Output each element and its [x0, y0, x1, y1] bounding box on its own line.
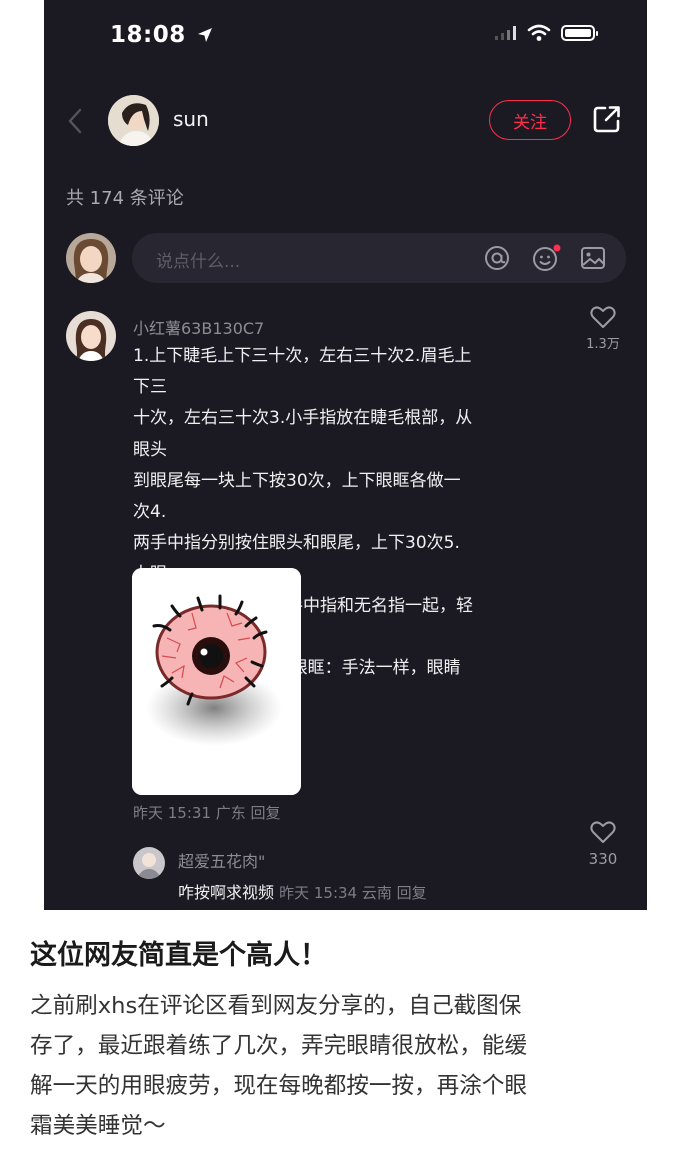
author-username[interactable]: sun [173, 107, 209, 131]
comment-text-line: 1.上下睫毛上下三十次，左右三十次2.眉毛上下三 [133, 346, 472, 398]
reply-meta[interactable]: 昨天 15:34 云南 回复 [279, 884, 427, 902]
post-body-line: 霜美美睡觉～ [30, 1113, 166, 1139]
reply-text: 咋按啊求视频 [178, 883, 275, 902]
eye-drawing-image [132, 568, 301, 795]
reply-avatar[interactable] [133, 847, 165, 879]
comment-image[interactable] [132, 568, 301, 795]
post-body-line: 之前刷xhs在评论区看到网友分享的，自己截图保 [30, 993, 522, 1019]
current-user-avatar [66, 233, 116, 283]
mention-icon[interactable] [484, 245, 510, 271]
app-screenshot: 18:08 sun 关注 共 174 条评论 说点什么... 小红薯63B130… [44, 0, 647, 910]
notification-dot [553, 244, 561, 252]
reply-text-row: 咋按啊求视频 昨天 15:34 云南 回复 [178, 879, 427, 903]
reply-like-count: 330 [588, 850, 618, 868]
back-chevron-icon[interactable] [66, 108, 86, 134]
comment-like-count: 1.3万 [586, 337, 620, 352]
post-body-line: 存了，最近跟着练了几次，弄完眼睛很放松，能缓 [30, 1033, 528, 1059]
comment-count: 共 174 条评论 [66, 188, 184, 209]
post-body-line: 解一天的用眼疲劳，现在每晚都按一按，再涂个眼 [30, 1073, 528, 1099]
commenter-avatar[interactable] [66, 311, 116, 361]
comment-meta[interactable]: 昨天 15:31 广东 回复 [133, 802, 281, 823]
heart-icon[interactable] [590, 820, 616, 844]
comment-text-line: 到眼尾每一块上下按30次，上下眼眶各做一次4. [133, 470, 461, 523]
cellular-signal-icon [495, 26, 516, 40]
comment-input[interactable]: 说点什么... [132, 233, 626, 283]
battery-icon [561, 25, 598, 41]
reply-like[interactable]: 330 [583, 820, 623, 868]
wifi-icon [527, 24, 551, 41]
comment-text-line: 十次，左右三十次3.小手指放在睫毛根部，从眼头 [133, 408, 473, 460]
reply-username[interactable]: 超爱五花肉" [178, 848, 265, 872]
commenter-username[interactable]: 小红薯63B130C7 [133, 315, 264, 339]
comment-like[interactable]: 1.3万 [583, 305, 623, 352]
location-arrow-icon [198, 28, 213, 42]
reply-avatar-image [133, 847, 165, 879]
share-icon[interactable] [592, 104, 622, 134]
post-body: 之前刷xhs在评论区看到网友分享的，自己截图保 存了，最近跟着练了几次，弄完眼睛… [30, 986, 670, 1146]
status-time: 18:08 [110, 22, 214, 48]
comment-input-placeholder: 说点什么... [156, 252, 241, 272]
author-avatar-image [108, 95, 159, 146]
status-icons [495, 24, 598, 42]
emoji-icon[interactable] [532, 243, 562, 273]
commenter-avatar-image [66, 311, 116, 361]
current-user-avatar-image [66, 233, 116, 283]
author-avatar[interactable] [108, 95, 159, 146]
heart-icon[interactable] [590, 305, 616, 329]
post-title: 这位网友简直是个高人！ [30, 940, 327, 971]
follow-button[interactable]: 关注 [489, 100, 571, 140]
image-icon[interactable] [580, 245, 606, 271]
